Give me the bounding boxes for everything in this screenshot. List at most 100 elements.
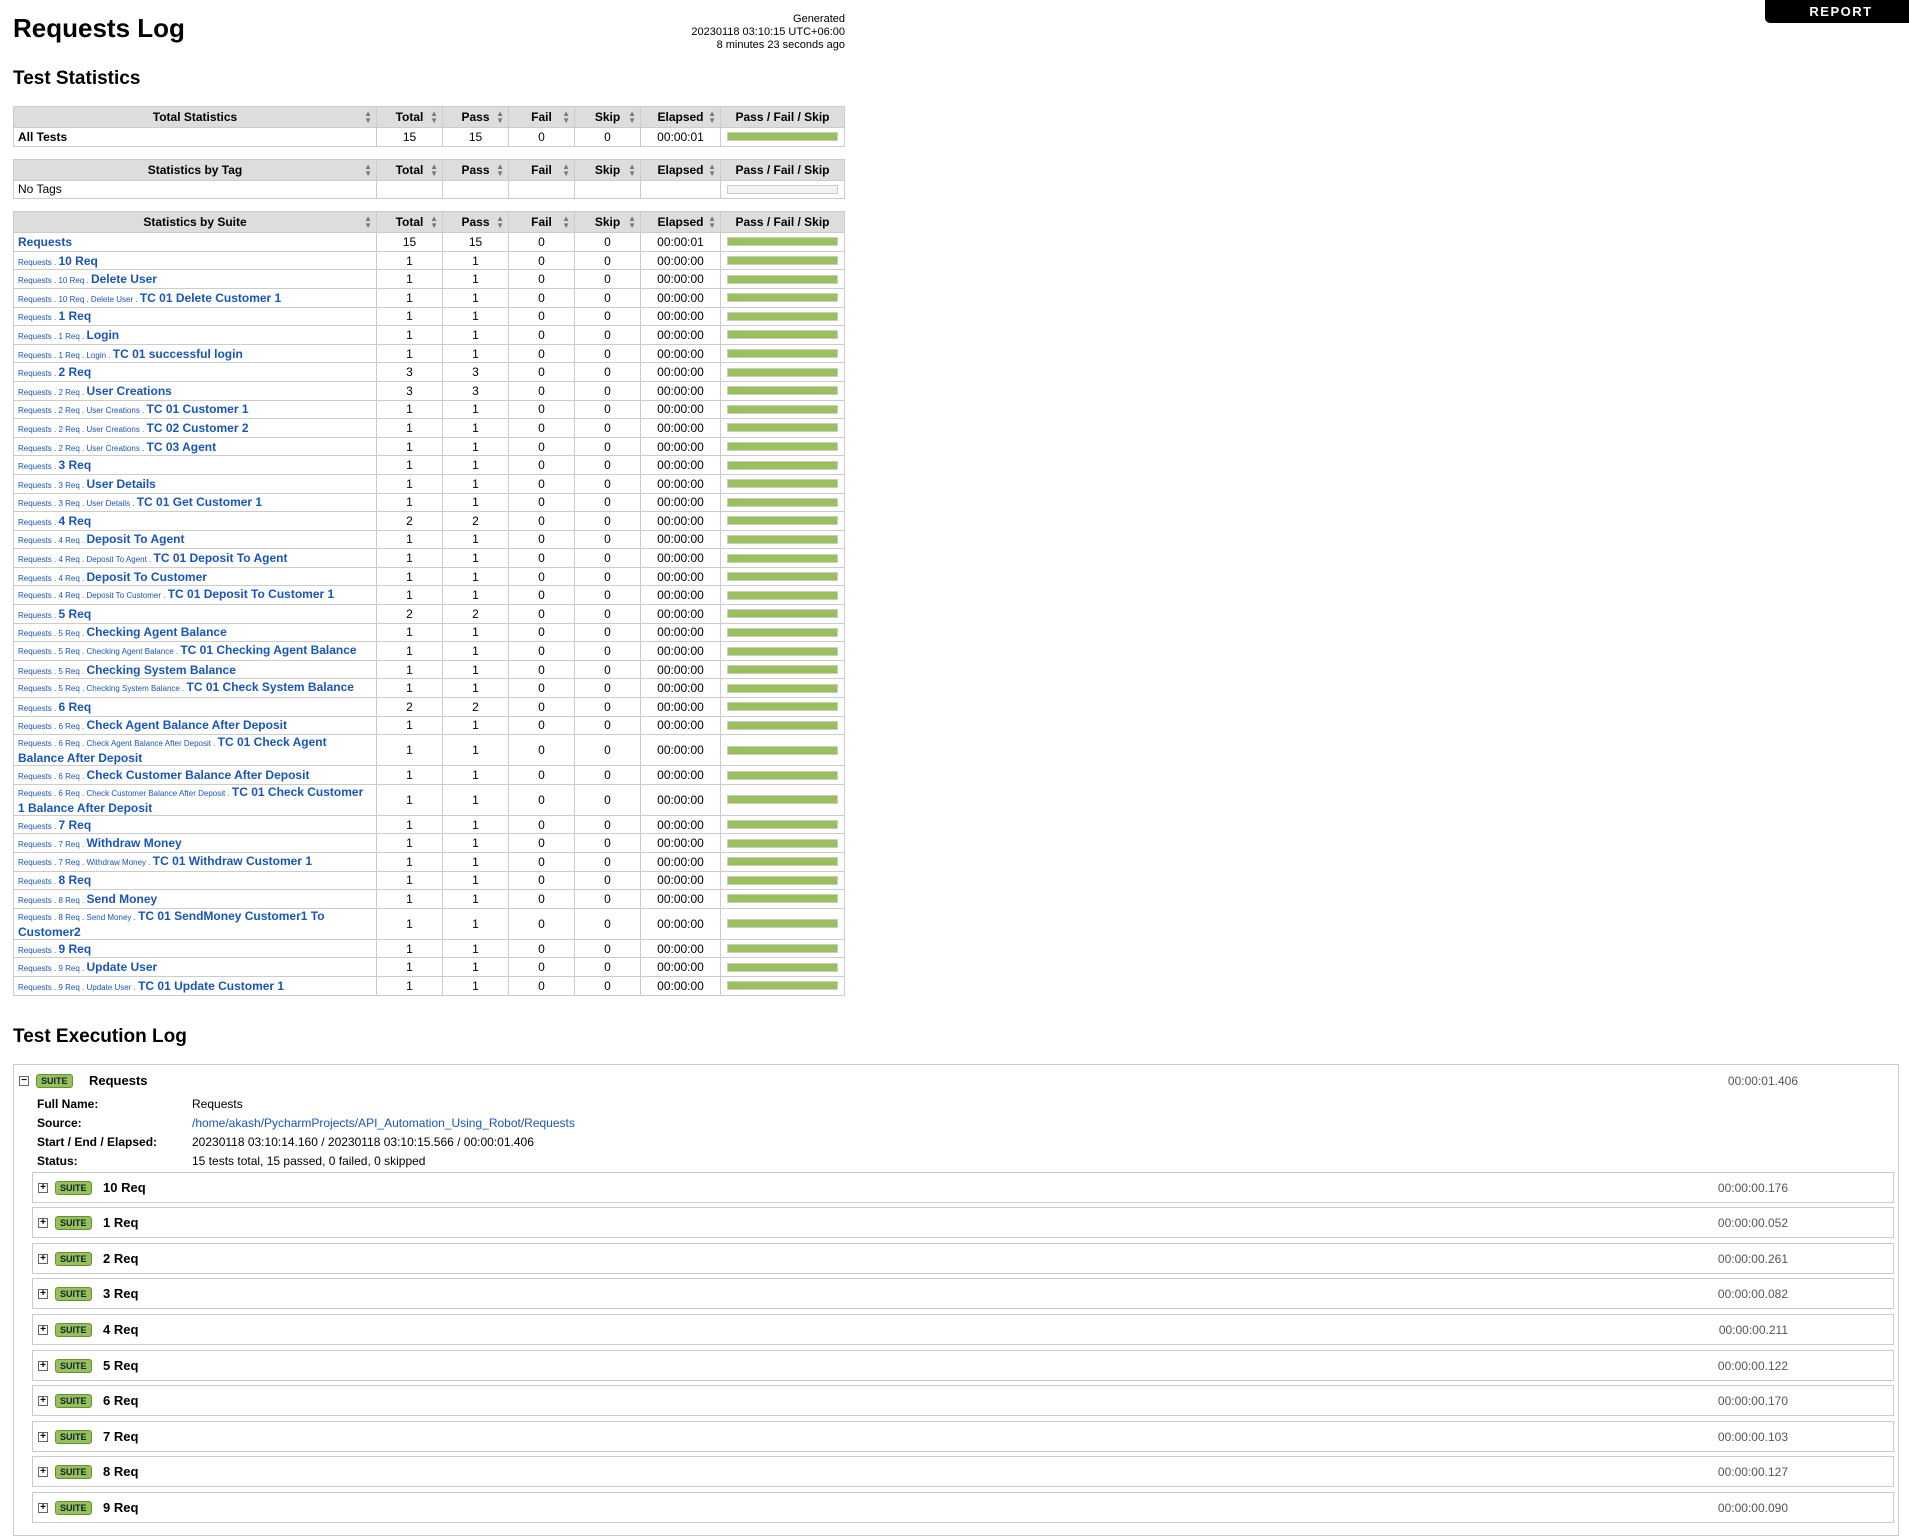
stat-name[interactable]: Requests . 6 Req . Check Customer Balanc…: [13, 783, 377, 816]
stat-name[interactable]: Requests . 5 Req . Checking System Balan…: [13, 659, 377, 680]
suite-link[interactable]: TC 01 Deposit To Customer 1: [168, 587, 334, 601]
suite-link[interactable]: TC 01 Get Customer 1: [137, 495, 262, 509]
stat-name[interactable]: Requests . 5 Req . Checking System Balan…: [13, 678, 377, 699]
stat-name[interactable]: Requests . 5 Req . Checking Agent Balanc…: [13, 622, 377, 643]
stat-name[interactable]: Requests . 7 Req: [13, 814, 377, 835]
column-header[interactable]: Skip ▲ ▼: [574, 106, 641, 128]
suite-link[interactable]: User Creations: [86, 384, 171, 398]
column-header[interactable]: Pass ▲ ▼: [442, 158, 509, 181]
suite-link[interactable]: Check Agent Balance After Deposit: [86, 718, 287, 732]
suite-link[interactable]: Check Customer Balance After Deposit: [86, 768, 309, 782]
column-header[interactable]: Pass / Fail / Skip: [720, 158, 845, 181]
stat-name[interactable]: Requests . 2 Req: [13, 362, 377, 382]
stat-name[interactable]: Requests . 10 Req . Delete User: [13, 269, 377, 289]
stat-name[interactable]: Requests . 2 Req . User Creations . TC 0…: [13, 418, 377, 438]
suite-link[interactable]: Update User: [86, 960, 157, 974]
plus-icon[interactable]: +: [38, 1396, 48, 1407]
suite-link[interactable]: Send Money: [86, 892, 157, 906]
stat-name[interactable]: Requests . 3 Req: [13, 455, 377, 475]
child-suite[interactable]: + SUITE 4 Req 00:00:00.211: [32, 1313, 1894, 1345]
child-suite[interactable]: + SUITE 2 Req 00:00:00.261: [32, 1242, 1894, 1274]
column-header[interactable]: Pass / Fail / Skip: [720, 106, 845, 128]
column-header[interactable]: Skip ▲ ▼: [574, 211, 641, 234]
stat-name[interactable]: Requests . 4 Req . Deposit To Agent: [13, 529, 377, 550]
suite-link[interactable]: Requests: [18, 235, 72, 249]
stat-name[interactable]: Requests . 9 Req . Update User: [13, 957, 377, 977]
suite-link[interactable]: 5 Req: [58, 607, 91, 621]
suite-link[interactable]: Withdraw Money: [86, 836, 181, 850]
column-header[interactable]: Pass ▲ ▼: [442, 211, 509, 234]
suite-link[interactable]: Checking System Balance: [86, 663, 235, 677]
suite-link[interactable]: 8 Req: [58, 873, 91, 887]
plus-icon[interactable]: +: [38, 1218, 48, 1229]
column-header[interactable]: Statistics by Tag ▲ ▼: [13, 158, 377, 181]
stat-name[interactable]: Requests . 2 Req . User Creations . TC 0…: [13, 436, 377, 457]
child-suite[interactable]: + SUITE 5 Req 00:00:00.122: [32, 1349, 1894, 1381]
stat-name[interactable]: Requests . 5 Req: [13, 604, 377, 624]
suite-link[interactable]: User Details: [86, 477, 155, 491]
plus-icon[interactable]: +: [38, 1182, 48, 1193]
suite-link[interactable]: TC 01 Update Customer 1: [138, 979, 284, 993]
suite-link[interactable]: Login: [86, 328, 119, 342]
plus-icon[interactable]: +: [38, 1289, 48, 1300]
suite-link[interactable]: 3 Req: [58, 458, 91, 472]
plus-icon[interactable]: +: [38, 1467, 48, 1478]
suite-link[interactable]: 1 Req: [58, 309, 91, 323]
suite-link[interactable]: TC 03 Agent: [147, 440, 217, 454]
collapse-icon[interactable]: −: [19, 1075, 29, 1086]
stat-name[interactable]: Requests . 8 Req: [13, 870, 377, 891]
column-header[interactable]: Statistics by Suite ▲ ▼: [13, 211, 377, 234]
column-header[interactable]: Elapsed ▲ ▼: [640, 211, 721, 234]
plus-icon[interactable]: +: [38, 1253, 48, 1264]
suite-link[interactable]: TC 01 Checking Agent Balance: [180, 643, 356, 657]
plus-icon[interactable]: +: [38, 1431, 48, 1442]
suite-link[interactable]: 10 Req: [58, 254, 97, 268]
column-header[interactable]: Fail ▲ ▼: [508, 158, 575, 181]
suite-link[interactable]: TC 01 Deposit To Agent: [154, 551, 288, 565]
stat-name[interactable]: Requests . 10 Req . Delete User . TC 01 …: [13, 287, 377, 308]
column-header[interactable]: Fail ▲ ▼: [508, 211, 575, 234]
stat-name[interactable]: Requests . 10 Req: [13, 250, 377, 271]
stat-name[interactable]: Requests . 6 Req . Check Agent Balance A…: [13, 734, 377, 767]
metadata-value[interactable]: /home/akash/PycharmProjects/API_Automati…: [192, 1114, 575, 1133]
stat-name[interactable]: Requests . 2 Req . User Creations . TC 0…: [13, 399, 377, 420]
column-header[interactable]: Total ▲ ▼: [376, 158, 443, 181]
column-header[interactable]: Total ▲ ▼: [376, 106, 443, 128]
stat-name[interactable]: Requests . 1 Req . Login . TC 01 success…: [13, 343, 377, 364]
column-header[interactable]: Elapsed ▲ ▼: [640, 106, 721, 128]
stat-name[interactable]: Requests . 7 Req . Withdraw Money . TC 0…: [13, 852, 377, 872]
child-suite[interactable]: + SUITE 10 Req 00:00:00.176: [32, 1171, 1894, 1203]
suite-link[interactable]: 4 Req: [58, 514, 91, 528]
suite-link[interactable]: 2 Req: [58, 365, 91, 379]
stat-name[interactable]: Requests . 9 Req . Update User . TC 01 U…: [13, 975, 377, 996]
child-suite[interactable]: + SUITE 7 Req 00:00:00.103: [32, 1420, 1894, 1452]
source-link[interactable]: /home/akash/PycharmProjects/API_Automati…: [192, 1116, 575, 1130]
stat-name[interactable]: Requests . 6 Req . Check Customer Balanc…: [13, 765, 377, 785]
stat-name[interactable]: Requests . 5 Req . Checking Agent Balanc…: [13, 641, 377, 661]
plus-icon[interactable]: +: [38, 1360, 48, 1371]
root-suite-header[interactable]: − SUITE Requests 00:00:01.406: [14, 1065, 1898, 1095]
stat-name[interactable]: Requests . 7 Req . Withdraw Money: [13, 833, 377, 853]
stat-name[interactable]: Requests . 6 Req: [13, 697, 377, 717]
child-suite[interactable]: + SUITE 9 Req 00:00:00.090: [32, 1491, 1894, 1523]
stat-name[interactable]: Requests . 6 Req . Check Agent Balance A…: [13, 715, 377, 736]
stat-name[interactable]: Requests . 1 Req: [13, 306, 377, 327]
column-header[interactable]: Skip ▲ ▼: [574, 158, 641, 181]
stat-name[interactable]: Requests . 2 Req . User Creations: [13, 380, 377, 401]
suite-link[interactable]: 9 Req: [58, 942, 91, 956]
stat-name[interactable]: Requests . 4 Req . Deposit To Customer: [13, 566, 377, 587]
child-suite[interactable]: + SUITE 3 Req 00:00:00.082: [32, 1278, 1894, 1310]
column-header[interactable]: Total Statistics ▲ ▼: [13, 106, 377, 128]
column-header[interactable]: Pass ▲ ▼: [442, 106, 509, 128]
column-header[interactable]: Elapsed ▲ ▼: [640, 158, 721, 181]
plus-icon[interactable]: +: [38, 1502, 48, 1513]
column-header[interactable]: Pass / Fail / Skip: [720, 211, 845, 234]
column-header[interactable]: Fail ▲ ▼: [508, 106, 575, 128]
column-header[interactable]: Total ▲ ▼: [376, 211, 443, 234]
stat-name[interactable]: Requests . 3 Req . User Details . TC 01 …: [13, 492, 377, 513]
stat-name[interactable]: Requests . 4 Req . Deposit To Agent . TC…: [13, 548, 377, 568]
suite-link[interactable]: TC 01 Delete Customer 1: [140, 291, 281, 305]
stat-name[interactable]: Requests . 3 Req . User Details: [13, 473, 377, 494]
suite-link[interactable]: TC 01 Withdraw Customer 1: [153, 854, 312, 868]
suite-link[interactable]: TC 01 successful login: [113, 347, 243, 361]
